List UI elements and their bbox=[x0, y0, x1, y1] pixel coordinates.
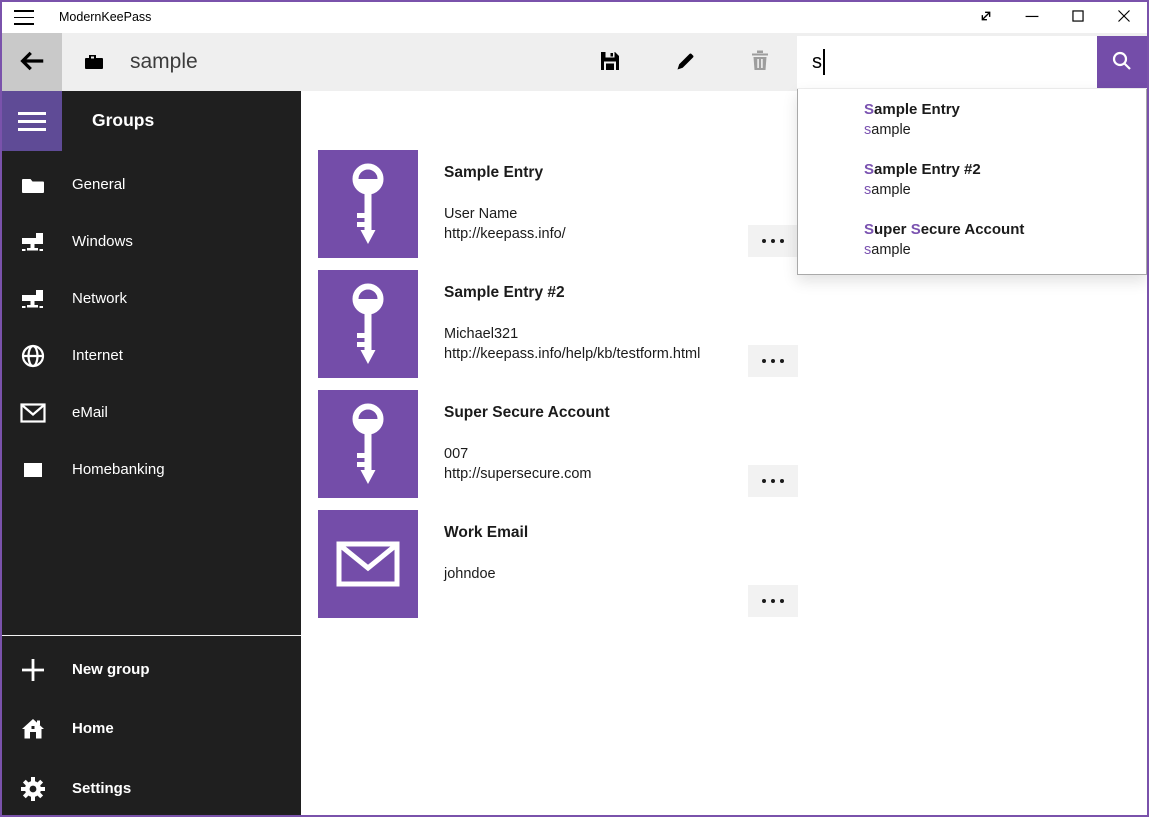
entry-title: Sample Entry #2 bbox=[444, 283, 700, 303]
fullscreen-button[interactable] bbox=[963, 2, 1009, 33]
entry-url: http://keepass.info/ bbox=[444, 224, 566, 244]
square-icon bbox=[20, 460, 46, 480]
sidebar-item-general[interactable]: General bbox=[2, 156, 301, 213]
more-button[interactable] bbox=[748, 345, 798, 377]
suggestion-title: Sample Entry #2 bbox=[864, 160, 1146, 180]
entry-username: johndoe bbox=[444, 564, 528, 584]
suggestion-subtitle: sample bbox=[864, 240, 1146, 260]
entry-title: Super Secure Account bbox=[444, 403, 610, 423]
hamburger-icon bbox=[18, 112, 46, 131]
database-title: sample bbox=[130, 33, 198, 91]
hamburger-icon[interactable] bbox=[14, 10, 34, 25]
sidebar: Groups General Windows Network Internet bbox=[2, 91, 301, 815]
close-button[interactable] bbox=[1101, 2, 1147, 33]
entry-title: Sample Entry bbox=[444, 163, 566, 183]
delete-button[interactable] bbox=[740, 42, 780, 82]
search-suggestion[interactable]: Sample Entry #2 sample bbox=[864, 160, 1146, 200]
sidebar-item-label: Internet bbox=[72, 347, 123, 364]
sidebar-item-label: Windows bbox=[72, 233, 133, 250]
search-suggestions-popup: Sample Entry sample Sample Entry #2 samp… bbox=[797, 89, 1147, 275]
ellipsis-icon bbox=[762, 479, 784, 483]
expand-icon bbox=[975, 5, 997, 30]
command-bar: sample s bbox=[2, 33, 1147, 91]
window-title: ModernKeePass bbox=[59, 2, 151, 33]
search-go-button[interactable] bbox=[1097, 36, 1147, 88]
ellipsis-icon bbox=[762, 359, 784, 363]
titlebar: ModernKeePass bbox=[2, 2, 1147, 33]
sidebar-item-homebanking[interactable]: Homebanking bbox=[2, 441, 301, 498]
suggestion-subtitle: sample bbox=[864, 120, 1146, 140]
back-button[interactable] bbox=[2, 33, 62, 91]
close-icon bbox=[1113, 5, 1135, 30]
plus-icon bbox=[20, 657, 46, 683]
mail-icon bbox=[20, 402, 46, 424]
trash-icon bbox=[748, 49, 772, 76]
app-window: ModernKeePass bbox=[0, 0, 1149, 817]
sidebar-item-label: Settings bbox=[72, 780, 131, 797]
search-query-text: s bbox=[812, 51, 822, 74]
sidebar-item-label: Homebanking bbox=[72, 461, 165, 478]
key-icon bbox=[318, 270, 418, 378]
entry-username: 007 bbox=[444, 444, 610, 464]
window-controls bbox=[963, 2, 1147, 33]
sidebar-item-email[interactable]: eMail bbox=[2, 384, 301, 441]
groups-header: Groups bbox=[92, 110, 154, 131]
entry-url: http://keepass.info/help/kb/testform.htm… bbox=[444, 344, 700, 364]
entry-row[interactable]: Super Secure Account 007 http://supersec… bbox=[318, 390, 1118, 498]
globe-icon bbox=[20, 343, 46, 369]
suggestion-subtitle: sample bbox=[864, 180, 1146, 200]
sidebar-item-home[interactable]: Home bbox=[2, 700, 301, 757]
sidebar-item-windows[interactable]: Windows bbox=[2, 213, 301, 270]
sidebar-item-label: New group bbox=[72, 661, 150, 678]
search-icon bbox=[1110, 49, 1134, 76]
entry-username: Michael321 bbox=[444, 324, 700, 344]
entry-row[interactable]: Work Email johndoe bbox=[318, 510, 1118, 618]
sidebar-item-settings[interactable]: Settings bbox=[2, 760, 301, 817]
pencil-icon bbox=[674, 49, 698, 76]
sidebar-item-label: Home bbox=[72, 720, 114, 737]
text-caret bbox=[823, 49, 825, 75]
maximize-button[interactable] bbox=[1055, 2, 1101, 33]
network-icon bbox=[20, 230, 46, 254]
minimize-button[interactable] bbox=[1009, 2, 1055, 33]
nav-hamburger-button[interactable] bbox=[2, 91, 62, 151]
suggestion-title: Sample Entry bbox=[864, 100, 1146, 120]
sidebar-item-label: eMail bbox=[72, 404, 108, 421]
home-icon bbox=[20, 717, 46, 741]
suggestion-title: Super Secure Account bbox=[864, 220, 1146, 240]
entry-row[interactable]: Sample Entry #2 Michael321 http://keepas… bbox=[318, 270, 1118, 378]
back-arrow-icon bbox=[17, 46, 47, 79]
more-button[interactable] bbox=[748, 225, 798, 257]
gear-icon bbox=[20, 776, 46, 802]
mail-icon bbox=[318, 510, 418, 618]
more-button[interactable] bbox=[748, 585, 798, 617]
entry-title: Work Email bbox=[444, 523, 528, 543]
sidebar-item-internet[interactable]: Internet bbox=[2, 327, 301, 384]
save-icon bbox=[598, 49, 622, 76]
entry-username: User Name bbox=[444, 204, 566, 224]
ellipsis-icon bbox=[762, 599, 784, 603]
maximize-icon bbox=[1067, 5, 1089, 30]
key-icon bbox=[318, 150, 418, 258]
more-button[interactable] bbox=[748, 465, 798, 497]
sidebar-separator bbox=[2, 635, 301, 636]
entry-url: http://supersecure.com bbox=[444, 464, 610, 484]
database-icon bbox=[82, 50, 106, 79]
network-icon bbox=[20, 287, 46, 311]
key-icon bbox=[318, 390, 418, 498]
sidebar-item-new-group[interactable]: New group bbox=[2, 641, 301, 698]
minimize-icon bbox=[1021, 5, 1043, 30]
sidebar-item-label: Network bbox=[72, 290, 127, 307]
sidebar-item-label: General bbox=[72, 176, 125, 193]
save-button[interactable] bbox=[590, 42, 630, 82]
search-suggestion[interactable]: Super Secure Account sample bbox=[864, 220, 1146, 260]
ellipsis-icon bbox=[762, 239, 784, 243]
search-input[interactable]: s bbox=[797, 36, 1097, 88]
search-suggestion[interactable]: Sample Entry sample bbox=[864, 100, 1146, 140]
folder-icon bbox=[20, 173, 46, 197]
search-box: s bbox=[797, 36, 1147, 88]
edit-button[interactable] bbox=[666, 42, 706, 82]
sidebar-item-network[interactable]: Network bbox=[2, 270, 301, 327]
